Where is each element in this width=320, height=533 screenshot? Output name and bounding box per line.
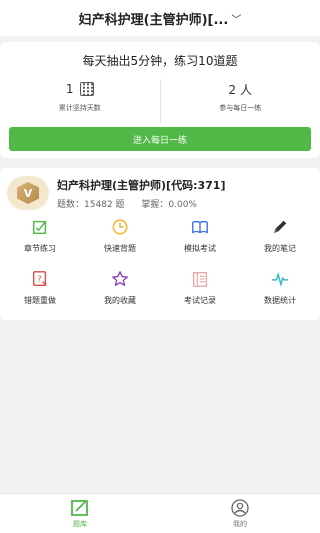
svg-text:?: ?: [37, 274, 41, 284]
stat-streak-days: 1 累计坚持天数: [0, 79, 160, 123]
course-title: 妇产科护理(主管护师)[代码:371]: [57, 178, 226, 192]
course-card: V 妇产科护理(主管护师)[代码:371] 题数：15482 题 掌握：0.00…: [0, 168, 320, 320]
vip-badge-icon: V: [17, 182, 39, 204]
course-header[interactable]: V 妇产科护理(主管护师)[代码:371] 题数：15482 题 掌握：0.00…: [0, 168, 320, 218]
enter-daily-practice-button[interactable]: 进入每日一练: [9, 127, 311, 151]
feature-label: 我的收藏: [104, 296, 136, 305]
feature-label: 模拟考试: [184, 244, 216, 253]
question-count: 题数：15482 题: [57, 199, 125, 210]
book-icon: [192, 220, 208, 234]
mastery-rate: 掌握：0.00%: [141, 199, 197, 210]
feature-label: 考试记录: [184, 296, 216, 305]
participants-label: 参与每日一练: [219, 104, 262, 112]
streak-days-value: 1: [65, 82, 74, 96]
feature-label: 错题重做: [24, 296, 56, 305]
feature-label: 快速背题: [104, 244, 136, 253]
feature-label: 章节练习: [24, 244, 56, 253]
feature-redo-wrong[interactable]: ? 错题重做: [0, 270, 80, 314]
wrong-question-icon: ?: [33, 271, 47, 286]
streak-days-label: 累计坚持天数: [58, 104, 101, 112]
tab-question-bank[interactable]: 题库: [0, 494, 160, 533]
feature-quick-review[interactable]: 快速背题: [80, 218, 160, 262]
feature-my-favorites[interactable]: 我的收藏: [80, 270, 160, 314]
daily-motto: 每天抽出5分钟，练习10道题: [82, 54, 238, 68]
vip-badge: V: [7, 176, 49, 210]
feature-my-notes[interactable]: 我的笔记: [240, 218, 320, 262]
calendar-icon: [79, 82, 94, 96]
course-selector-title[interactable]: 妇产科护理(主管护师)[...: [79, 9, 229, 28]
daily-practice-card: 每天抽出5分钟，练习10道题 1 累计坚持天数 2 人 参与每日一练 进入每日一…: [0, 42, 320, 158]
stat-participants: 2 人 参与每日一练: [159, 79, 320, 123]
clock-icon: [112, 219, 128, 235]
tab-label: 我的: [233, 520, 247, 528]
question-bank-icon: [71, 500, 88, 516]
tab-profile[interactable]: 我的: [160, 494, 320, 533]
tab-label: 题库: [73, 520, 87, 528]
feature-exam-records[interactable]: 考试记录: [160, 270, 240, 314]
pulse-icon: [271, 272, 289, 288]
feature-chapter-practice[interactable]: 章节练习: [0, 218, 80, 262]
participants-value: 2 人: [228, 82, 252, 97]
feature-data-stats[interactable]: 数据统计: [240, 270, 320, 314]
feature-mock-exam[interactable]: 模拟考试: [160, 218, 240, 262]
record-icon: [193, 272, 207, 287]
feature-grid: 章节练习 快速背题 模拟考试 我的笔记 ? 错题重做 我的收藏 考试记录 数据统…: [0, 218, 320, 314]
bottom-tab-bar: 题库 我的: [0, 493, 320, 533]
feature-label: 数据统计: [264, 296, 296, 305]
feature-label: 我的笔记: [264, 244, 296, 253]
top-bar[interactable]: 妇产科护理(主管护师)[... ﹀: [0, 0, 320, 36]
pencil-icon: [273, 220, 287, 234]
star-icon: [112, 271, 128, 286]
daily-stats: 1 累计坚持天数 2 人 参与每日一练: [0, 79, 320, 123]
chevron-down-icon[interactable]: ﹀: [231, 11, 241, 26]
chapter-practice-icon: [32, 220, 47, 235]
profile-icon: [231, 499, 249, 517]
